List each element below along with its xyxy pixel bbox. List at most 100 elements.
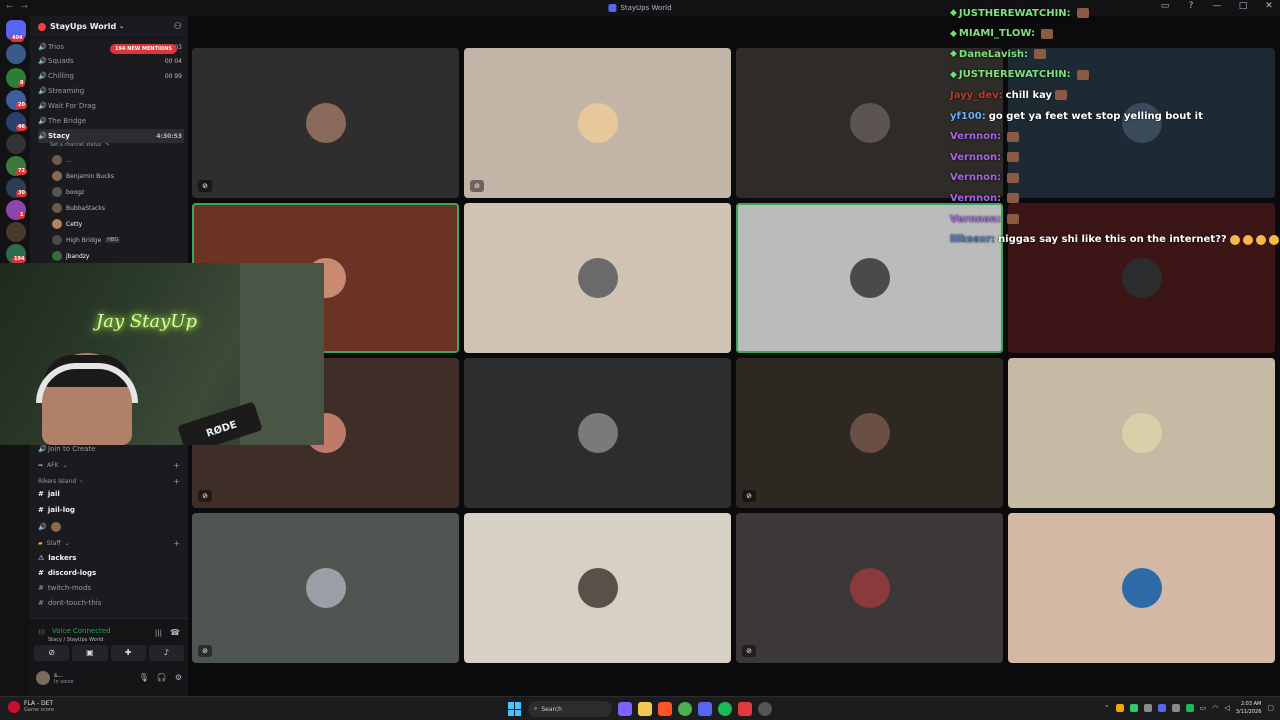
participant-avatar (1121, 568, 1162, 608)
noise-icon[interactable]: ||| (155, 629, 162, 637)
participant-tile[interactable] (1008, 203, 1275, 353)
server-icon[interactable] (6, 134, 26, 154)
minimize-button[interactable]: — (1210, 1, 1224, 11)
user-panel[interactable]: s... In voice (36, 671, 73, 685)
tray-app-icon[interactable] (1143, 704, 1152, 712)
category-rikers[interactable]: Rikers Island › (38, 478, 83, 485)
hash-icon: # (38, 490, 44, 498)
file-explorer-icon[interactable] (638, 702, 652, 716)
participant-tile[interactable]: ⊘ (464, 48, 731, 198)
participant-tile[interactable] (464, 513, 731, 663)
participant-tile[interactable] (464, 203, 731, 353)
disconnect-icon[interactable]: ☎ (170, 628, 180, 637)
channel-name: jail-log (47, 506, 75, 514)
notification-icon[interactable]: ▢ (1267, 704, 1274, 712)
avatar (52, 203, 62, 213)
obs-icon[interactable] (758, 702, 772, 716)
text-channel[interactable]: # discord-logs (38, 569, 96, 577)
hash-icon: # (38, 584, 44, 592)
text-channel[interactable]: # dont-touch-this (38, 599, 101, 607)
voice-user[interactable]: Benjamin Bucks (52, 168, 114, 184)
windows-start-icon[interactable] (508, 702, 522, 716)
add-channel-icon[interactable]: + (173, 539, 180, 548)
channel-name: Chilling (48, 72, 74, 80)
soundboard-icon[interactable]: ♪ (148, 645, 184, 661)
voice-channel[interactable]: 🔊 Wait For Drag (38, 99, 184, 113)
adobe-icon[interactable] (738, 702, 752, 716)
screen-share-icon[interactable]: ▣ (72, 645, 108, 661)
tray-app-icon[interactable] (1171, 704, 1180, 712)
volume-icon[interactable]: ◁ (1224, 704, 1229, 712)
gear-icon[interactable]: ⚙ (175, 673, 182, 682)
participant-tile[interactable]: ⊘ (736, 513, 1003, 663)
text-channel[interactable]: ⚠ lackers (38, 554, 76, 562)
voice-channel[interactable]: 🔊 The Bridge (38, 114, 184, 128)
channel-status[interactable]: Set a channel status ✎ (50, 142, 109, 148)
wifi-icon[interactable]: ◠ (1212, 704, 1218, 712)
chat-message: Vernnon: (950, 169, 1020, 187)
voice-channel[interactable]: 🔊 (38, 522, 61, 532)
activities-icon[interactable]: ✚ (110, 645, 146, 661)
participant-tile[interactable] (1008, 358, 1275, 508)
inbox-icon[interactable]: ▭ (1158, 1, 1172, 11)
voice-channel[interactable]: 🔊 Squads 00 04 (38, 54, 184, 68)
microphone-icon[interactable]: 🎙 (139, 673, 149, 682)
server-header[interactable]: StayUps World ⌄ ⚇ (30, 16, 188, 38)
maximize-button[interactable]: □ (1236, 1, 1250, 11)
clock[interactable]: 2:03 AM 3/11/2026 (1236, 700, 1262, 716)
discord-icon[interactable] (698, 702, 712, 716)
participant-tile[interactable]: ⊘ (736, 358, 1003, 508)
chat-text: chill kay (1005, 89, 1053, 101)
voice-user[interactable]: Cetty (52, 216, 82, 232)
brave-icon[interactable] (658, 702, 672, 716)
participant-tile[interactable]: ⊘ (192, 513, 459, 663)
chat-username: Vernnon: (950, 192, 1002, 204)
category-afk[interactable]: ➡ AFK ⌄ (38, 462, 68, 469)
voice-channel[interactable]: 🔊 Streaming (38, 84, 184, 98)
warning-icon: ⚠ (38, 554, 45, 562)
participant-tile[interactable] (1008, 513, 1275, 663)
text-channel[interactable]: # jail-log (38, 506, 75, 514)
voice-user[interactable]: High Bridge HBG (52, 232, 121, 248)
voice-user[interactable]: boogz (52, 184, 84, 200)
headphones-icon[interactable]: 🎧 (157, 673, 167, 682)
voice-user[interactable]: BubbaStacks (52, 200, 105, 216)
add-member-icon[interactable]: ⚇ (174, 22, 182, 32)
chrome-icon[interactable] (678, 702, 692, 716)
channel-name: Streaming (48, 87, 85, 95)
game-widget[interactable]: FLA - DET Game score (8, 700, 54, 713)
tray-app-icon[interactable] (1157, 704, 1166, 712)
tray-app-icon[interactable] (1115, 704, 1124, 712)
server-icon[interactable] (6, 44, 26, 64)
text-channel[interactable]: # jail (38, 490, 60, 498)
copilot-icon[interactable] (618, 702, 632, 716)
mic-muted-icon: ⊘ (198, 645, 212, 657)
help-icon[interactable]: ? (1184, 1, 1198, 11)
participant-avatar (849, 258, 890, 298)
voice-channel[interactable]: 🔊 Chilling 00 99 (38, 69, 184, 83)
camera-off-icon[interactable]: ⊘ (34, 645, 70, 661)
display-icon[interactable]: ▭ (1200, 704, 1207, 712)
taskbar-search[interactable]: ⌕ Search (528, 701, 612, 717)
voice-user[interactable]: ... (52, 152, 72, 168)
voice-channel-active[interactable]: 🔊 Stacy 4:30:53 (38, 129, 184, 143)
voice-location[interactable]: Stacy / StayUps World (48, 637, 103, 643)
participant-avatar (577, 568, 618, 608)
user-name: s... (54, 671, 63, 679)
nav-arrows[interactable]: ← → (6, 2, 31, 11)
add-channel-icon[interactable]: + (173, 461, 180, 470)
close-button[interactable]: ✕ (1262, 1, 1276, 11)
add-channel-icon[interactable]: + (173, 477, 180, 486)
category-staff[interactable]: ▰ Staff ⌄ (38, 540, 70, 547)
text-channel[interactable]: # twitch-mods (38, 584, 91, 592)
voice-status[interactable]: Voice Connected (52, 627, 111, 635)
tray-app-icon[interactable] (1185, 704, 1194, 712)
participant-tile[interactable] (464, 358, 731, 508)
voice-user[interactable]: jbandzy (52, 248, 89, 264)
server-icon[interactable] (6, 222, 26, 242)
participant-tile[interactable]: ⊘ (192, 48, 459, 198)
tray-app-icon[interactable] (1129, 704, 1138, 712)
spotify-icon[interactable] (718, 702, 732, 716)
new-mentions-pill[interactable]: 194 NEW MENTIONS (110, 44, 177, 54)
chevron-up-icon[interactable]: ⌃ (1104, 704, 1110, 712)
